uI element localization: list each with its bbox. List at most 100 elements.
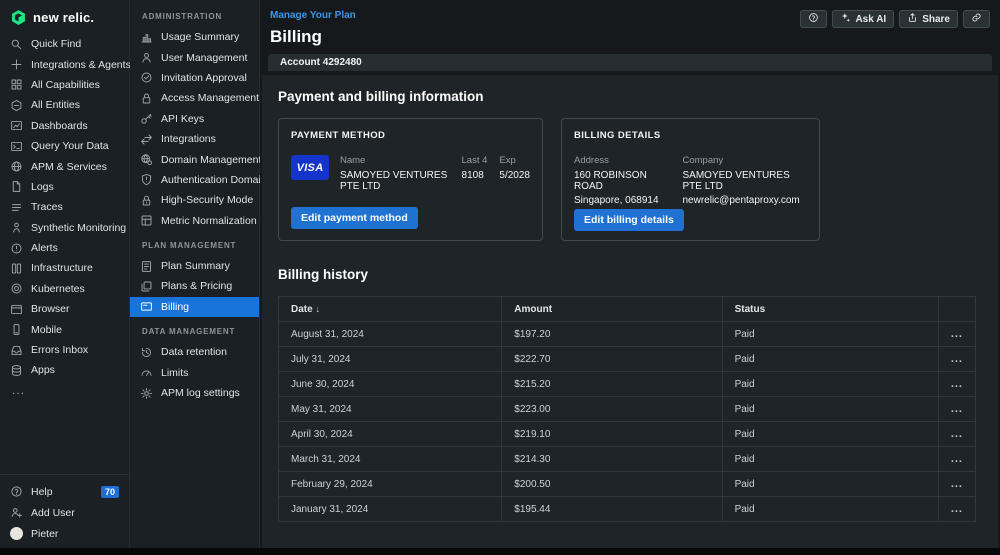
column-header-amount[interactable]: Amount <box>501 296 723 322</box>
sidebar-item-errors-inbox[interactable]: Errors Inbox <box>0 340 129 360</box>
settings-item-label: Domain Management <box>161 153 262 166</box>
sidebar-item-infrastructure[interactable]: Infrastructure <box>0 258 129 278</box>
account-bar[interactable]: Account 4292480 <box>268 54 992 71</box>
row-menu-button[interactable]: ... <box>951 478 963 490</box>
sidebar-item-integrations-agents[interactable]: Integrations & Agents <box>0 54 131 74</box>
sidebar-item-all-entities[interactable]: All Entities <box>0 95 129 115</box>
sidebar-item-label: Kubernetes <box>31 282 85 295</box>
sidebar-item-dashboards[interactable]: Dashboards <box>0 116 129 136</box>
billing-history-row: January 31, 2024 $195.44 Paid... <box>277 496 977 522</box>
settings-item-high-security-mode[interactable]: High-Security Mode <box>130 190 259 210</box>
settings-item-invitation-approval[interactable]: Invitation Approval <box>130 68 259 88</box>
sidebar-item-label: Synthetic Monitoring <box>31 221 127 234</box>
nav-overflow-button[interactable]: ... <box>0 381 129 397</box>
row-menu-button[interactable]: ... <box>951 403 963 415</box>
settings-item-label: APM log settings <box>161 387 240 400</box>
settings-item-label: High-Security Mode <box>161 194 254 207</box>
new-relic-logo-icon <box>10 9 27 26</box>
help-circle-button[interactable] <box>800 10 828 28</box>
kubernetes-icon <box>10 282 23 295</box>
row-menu-button[interactable]: ... <box>951 428 963 440</box>
cell-status: Paid <box>721 496 939 522</box>
sidebar-item-label: Help <box>31 485 53 498</box>
settings-item-metric-normalization[interactable]: Metric Normalization <box>130 211 259 231</box>
settings-item-data-retention[interactable]: Data retention <box>130 342 259 362</box>
billing-details-title: BILLING DETAILS <box>574 130 661 141</box>
sidebar-item-traces[interactable]: Traces <box>0 197 129 217</box>
row-menu-button[interactable]: ... <box>951 453 963 465</box>
settings-item-apm-log-settings[interactable]: APM log settings <box>130 383 259 403</box>
settings-item-user-management[interactable]: User Management <box>130 47 259 67</box>
settings-item-authentication-domains[interactable]: Authentication Domains <box>130 170 272 190</box>
sidebar-item-apps[interactable]: Apps <box>0 360 129 380</box>
settings-item-label: Authentication Domains <box>161 173 272 186</box>
sidebar-item-logs[interactable]: Logs <box>0 177 129 197</box>
row-menu-button[interactable]: ... <box>951 378 963 390</box>
cell-amount: $200.50 <box>501 471 723 497</box>
sidebar-item-browser[interactable]: Browser <box>0 299 129 319</box>
sidebar-footer-add-user[interactable]: Add User <box>0 502 129 523</box>
exp-value: 5/2028 <box>499 170 530 181</box>
sidebar-item-alerts[interactable]: Alerts <box>0 238 129 258</box>
settings-item-label: API Keys <box>161 112 205 125</box>
ask-ai-button[interactable]: Ask AI <box>832 10 895 28</box>
user-icon <box>140 51 153 64</box>
settings-item-label: Integrations <box>161 133 216 146</box>
global-sidebar: new relic. Quick Find Integrations & Agen… <box>0 0 131 548</box>
billing-card-icon <box>140 300 153 313</box>
search-icon <box>10 38 23 51</box>
row-menu-button[interactable]: ... <box>951 503 963 515</box>
table-header-row: Date ↓ Amount Status <box>277 296 977 322</box>
sidebar-footer-pieter[interactable]: Pieter <box>0 523 129 544</box>
sidebar-item-query-your-data[interactable]: Query Your Data <box>0 136 129 156</box>
settings-item-limits[interactable]: Limits <box>130 362 259 382</box>
row-menu-button[interactable]: ... <box>951 353 963 365</box>
sidebar-item-label: Apps <box>31 364 55 377</box>
edit-payment-method-button[interactable]: Edit payment method <box>291 207 418 229</box>
cell-date: June 30, 2024 <box>277 371 503 397</box>
sidebar-footer-help[interactable]: Help 70 <box>0 481 129 502</box>
settings-sidebar: ADMINISTRATION Usage Summary User Manageme… <box>130 0 272 548</box>
cardholder-name: SAMOYED VENTURES PTE LTD <box>340 170 448 192</box>
row-menu-button[interactable]: ... <box>951 328 963 340</box>
key-icon <box>140 112 153 125</box>
new-relic-logo[interactable]: new relic. <box>0 0 129 34</box>
settings-item-domain-management[interactable]: Domain Management <box>130 149 262 169</box>
settings-item-access-management[interactable]: Access Management <box>130 88 259 108</box>
settings-item-label: Access Management <box>161 92 260 105</box>
sidebar-item-kubernetes[interactable]: Kubernetes <box>0 279 129 299</box>
link-button[interactable] <box>963 10 990 28</box>
settings-item-plans-pricing[interactable]: Plans & Pricing <box>130 276 259 296</box>
sidebar-item-apm-services[interactable]: APM & Services <box>0 156 129 176</box>
last4-value: 8108 <box>461 170 484 181</box>
billing-panel: Payment and billing information PAYMENT … <box>262 75 998 548</box>
billing-history-row: June 30, 2024 $215.20 Paid... <box>277 371 977 397</box>
billing-history-row: February 29, 2024 $200.50 Paid... <box>277 471 977 497</box>
breadcrumb-manage-your-plan[interactable]: Manage Your Plan <box>270 10 356 21</box>
link-icon <box>971 12 982 26</box>
cell-date: August 31, 2024 <box>277 321 503 347</box>
cell-amount: $223.00 <box>501 396 723 422</box>
sidebar-item-synthetic-monitoring[interactable]: Synthetic Monitoring <box>0 218 129 238</box>
column-header-status[interactable]: Status <box>721 296 939 322</box>
settings-item-usage-summary[interactable]: Usage Summary <box>130 27 259 47</box>
share-button[interactable]: Share <box>899 10 958 28</box>
sidebar-item-quick-find[interactable]: Quick Find <box>0 34 129 54</box>
sidebar-item-label: Errors Inbox <box>31 344 89 357</box>
edit-billing-details-button[interactable]: Edit billing details <box>574 209 684 231</box>
settings-item-billing[interactable]: Billing <box>130 296 259 318</box>
settings-item-plan-summary[interactable]: Plan Summary <box>130 256 259 276</box>
hexagon-icon <box>10 99 23 112</box>
terminal-icon <box>10 140 23 153</box>
settings-item-integrations[interactable]: Integrations <box>130 129 259 149</box>
sidebar-item-mobile[interactable]: Mobile <box>0 319 129 339</box>
settings-item-api-keys[interactable]: API Keys <box>130 109 259 129</box>
brand-name: new relic. <box>33 10 95 25</box>
sidebar-item-all-capabilities[interactable]: All Capabilities <box>0 75 129 95</box>
main-header: Manage Your Plan Billing Ask AI Share <box>260 0 1000 47</box>
column-header-date[interactable]: Date ↓ <box>277 296 503 322</box>
billing-details-card: BILLING DETAILS Address 160 ROBINSON ROA… <box>561 118 820 241</box>
settings-item-label: Invitation Approval <box>161 71 247 84</box>
user-avatar <box>10 527 23 540</box>
help-circle-icon <box>10 485 23 498</box>
